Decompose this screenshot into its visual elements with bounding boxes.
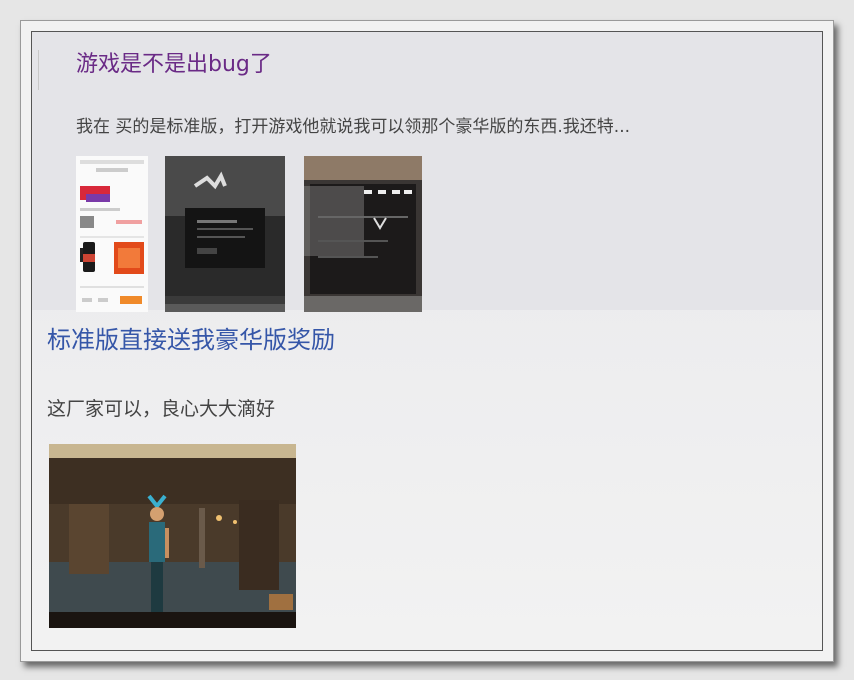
post-image-game-scene-screenshot[interactable]	[49, 444, 296, 628]
post-card[interactable]: 标准版直接送我豪华版奖励 这厂家可以，良心大大滴好	[32, 310, 822, 650]
post-list: 游戏是不是出bug了 我在 买的是标准版，打开游戏他就说我可以领那个豪华版的东西…	[31, 31, 823, 651]
post-image-game-screen-photo[interactable]	[165, 156, 285, 312]
post-title[interactable]: 标准版直接送我豪华版奖励	[47, 320, 335, 355]
post-excerpt: 我在 买的是标准版，打开游戏他就说我可以领那个豪华版的东西.我还特...	[76, 117, 631, 137]
post-image-phone-screenshot[interactable]	[76, 156, 148, 312]
post-image-game-menu-photo[interactable]	[304, 156, 422, 312]
post-title[interactable]: 游戏是不是出bug了	[76, 46, 272, 78]
divider	[38, 50, 39, 90]
screenshot-frame: 游戏是不是出bug了 我在 买的是标准版，打开游戏他就说我可以领那个豪华版的东西…	[20, 20, 834, 662]
post-card[interactable]: 游戏是不是出bug了 我在 买的是标准版，打开游戏他就说我可以领那个豪华版的东西…	[32, 32, 822, 312]
post-excerpt: 这厂家可以，良心大大滴好	[47, 398, 276, 420]
